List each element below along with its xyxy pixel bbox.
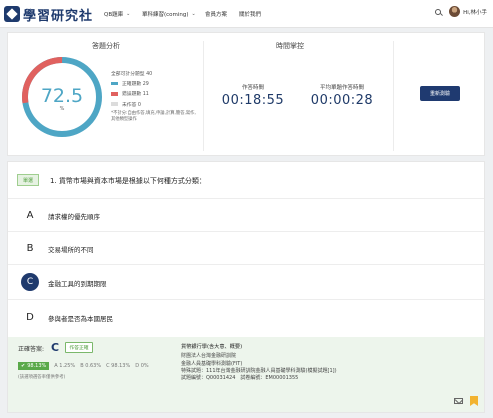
nav-item-qb-bank[interactable]: QB題庫 ⌄ <box>104 10 130 18</box>
retest-button[interactable]: 重新測驗 <box>420 86 460 101</box>
user-name[interactable]: Hi,林小手 <box>463 8 487 16</box>
correct-rate-badge: ✔ 98.13% <box>18 362 50 370</box>
legend-correct: 正確題數 29 <box>111 80 152 87</box>
elapsed-label: 作答時間 <box>241 85 264 91</box>
legend-header: 全部可計分題型 40 <box>111 70 152 77</box>
chevron-down-icon: ⌄ <box>126 11 131 17</box>
chevron-down-icon: ⌄ <box>191 11 196 17</box>
nav-item-label: QB題庫 <box>104 12 124 18</box>
divider <box>8 299 484 300</box>
answer-status-button[interactable]: 作答正確 <box>65 342 93 353</box>
rate-note: (該選項選答率僅供參考) <box>18 375 66 380</box>
check-icon: ✔ <box>21 363 26 369</box>
option-a[interactable]: A 請求權的優先順序 <box>8 199 484 231</box>
bookmark-icon[interactable] <box>470 396 478 406</box>
correct-answer-label: 正確答案: <box>18 346 45 353</box>
answer-panel: 正確答案: C 作答正確 ✔ 98.13% A 1.25% B 0.63% C … <box>8 337 484 412</box>
nav-item-label: 單科練習(coming) <box>142 12 189 18</box>
option-c-rate: C 98.13% <box>106 363 131 369</box>
option-text: 請求權的優先順序 <box>48 213 100 221</box>
summary-card: 答題分析 72.5 % 全部可計分題型 40 正確題數 29 錯誤題數 11 未… <box>7 32 485 156</box>
nav-item-label: 會員方案 <box>205 12 228 18</box>
option-d[interactable]: D 參與者是否為本國居民 <box>8 301 484 333</box>
logo-text: 學習研究社 <box>23 8 94 24</box>
option-letter: D <box>26 311 34 323</box>
legend-header-text: 全部可計分題型 40 <box>111 72 153 77</box>
legend-label: 錯誤題數 11 <box>122 92 149 98</box>
analysis-legend: 全部可計分題型 40 正確題數 29 錯誤題數 11 未作答 0 <box>111 70 152 111</box>
option-a-rate: A 1.25% <box>54 363 76 369</box>
source-line: 試題編號：Q00031424 試卷編號：EM00001355 <box>181 375 299 382</box>
mail-icon[interactable] <box>454 398 463 404</box>
option-text: 參與者是否為本國居民 <box>48 315 113 323</box>
option-text: 金融工具的到期期限 <box>48 280 107 288</box>
legend-unanswered: 未作答 0 <box>111 101 152 108</box>
source-title: 貨幣銀行學(含大意、概要) <box>181 344 243 350</box>
time-title: 時間掌控 <box>276 42 304 50</box>
correct-answer-letter: C <box>51 341 60 354</box>
divider <box>8 264 484 265</box>
source-line: 金融人員基礎學科測驗(FIT) <box>181 360 243 367</box>
option-text: 交易場所的不同 <box>48 246 94 254</box>
nav-item-membership[interactable]: 會員方案 <box>205 10 227 18</box>
option-letter: A <box>26 209 34 221</box>
avg-time-label: 平均單題作答時間 <box>319 85 364 91</box>
source-line: 財團法人台灣金融研訓院 <box>181 353 237 360</box>
nav-item-about[interactable]: 關於我們 <box>239 10 261 18</box>
score-value: 72.5 <box>40 85 84 107</box>
avatar[interactable] <box>449 6 461 17</box>
score-unit: % <box>59 106 65 112</box>
legend-swatch <box>111 81 118 86</box>
top-navbar: 學習研究社 QB題庫 ⌄ 單科練習(coming) ⌄ 會員方案 關於我們 Hi… <box>0 0 493 28</box>
option-b-rate: B 0.63% <box>80 363 102 369</box>
option-c[interactable]: C 金融工具的到期期限 <box>8 266 484 298</box>
analysis-title: 答題分析 <box>92 42 120 50</box>
option-letter-correct: C <box>21 273 39 291</box>
divider <box>393 41 394 151</box>
question-type-badge: 單選 <box>17 174 39 186</box>
correct-rate-value: 98.13% <box>27 363 47 369</box>
elapsed-value: 00:18:55 <box>221 93 285 108</box>
option-b[interactable]: B 交易場所的不同 <box>8 232 484 264</box>
nav-item-label: 關於我們 <box>239 12 262 18</box>
avg-time-value: 00:00:28 <box>310 93 374 108</box>
legend-wrong: 錯誤題數 11 <box>111 90 152 97</box>
logo-mark-icon <box>4 6 20 22</box>
option-letter: B <box>26 242 34 254</box>
option-percentages: ✔ 98.13% A 1.25% B 0.63% C 98.13% D 0% <box>18 362 154 370</box>
nav-right: Hi,林小手 <box>435 6 487 17</box>
question-text: 1. 貨幣市場與資本市場是根據以下何種方式分類： <box>50 177 206 185</box>
question-card: 單選 1. 貨幣市場與資本市場是根據以下何種方式分類： A 請求權的優先順序 B… <box>7 161 485 413</box>
question-header: 單選 1. 貨幣市場與資本市場是根據以下何種方式分類： <box>8 162 484 198</box>
option-d-rate: D 0% <box>135 363 149 369</box>
site-logo[interactable]: 學習研究社 <box>4 5 94 24</box>
legend-swatch <box>111 92 118 96</box>
nav-item-subject-practice[interactable]: 單科練習(coming) ⌄ <box>142 10 196 18</box>
question-source: 貨幣銀行學(含大意、概要) 財團法人台灣金融研訓院 金融人員基礎學科測驗(FIT… <box>181 344 337 382</box>
legend-swatch <box>111 102 118 106</box>
legend-label: 未作答 0 <box>122 102 141 108</box>
search-icon[interactable] <box>435 8 442 15</box>
legend-label: 正確題數 29 <box>122 82 149 88</box>
scoring-note: *不計分:自由作答,填充,申論,計算,簡答,寫作,其他類型操作 <box>111 111 196 122</box>
divider <box>203 41 204 151</box>
